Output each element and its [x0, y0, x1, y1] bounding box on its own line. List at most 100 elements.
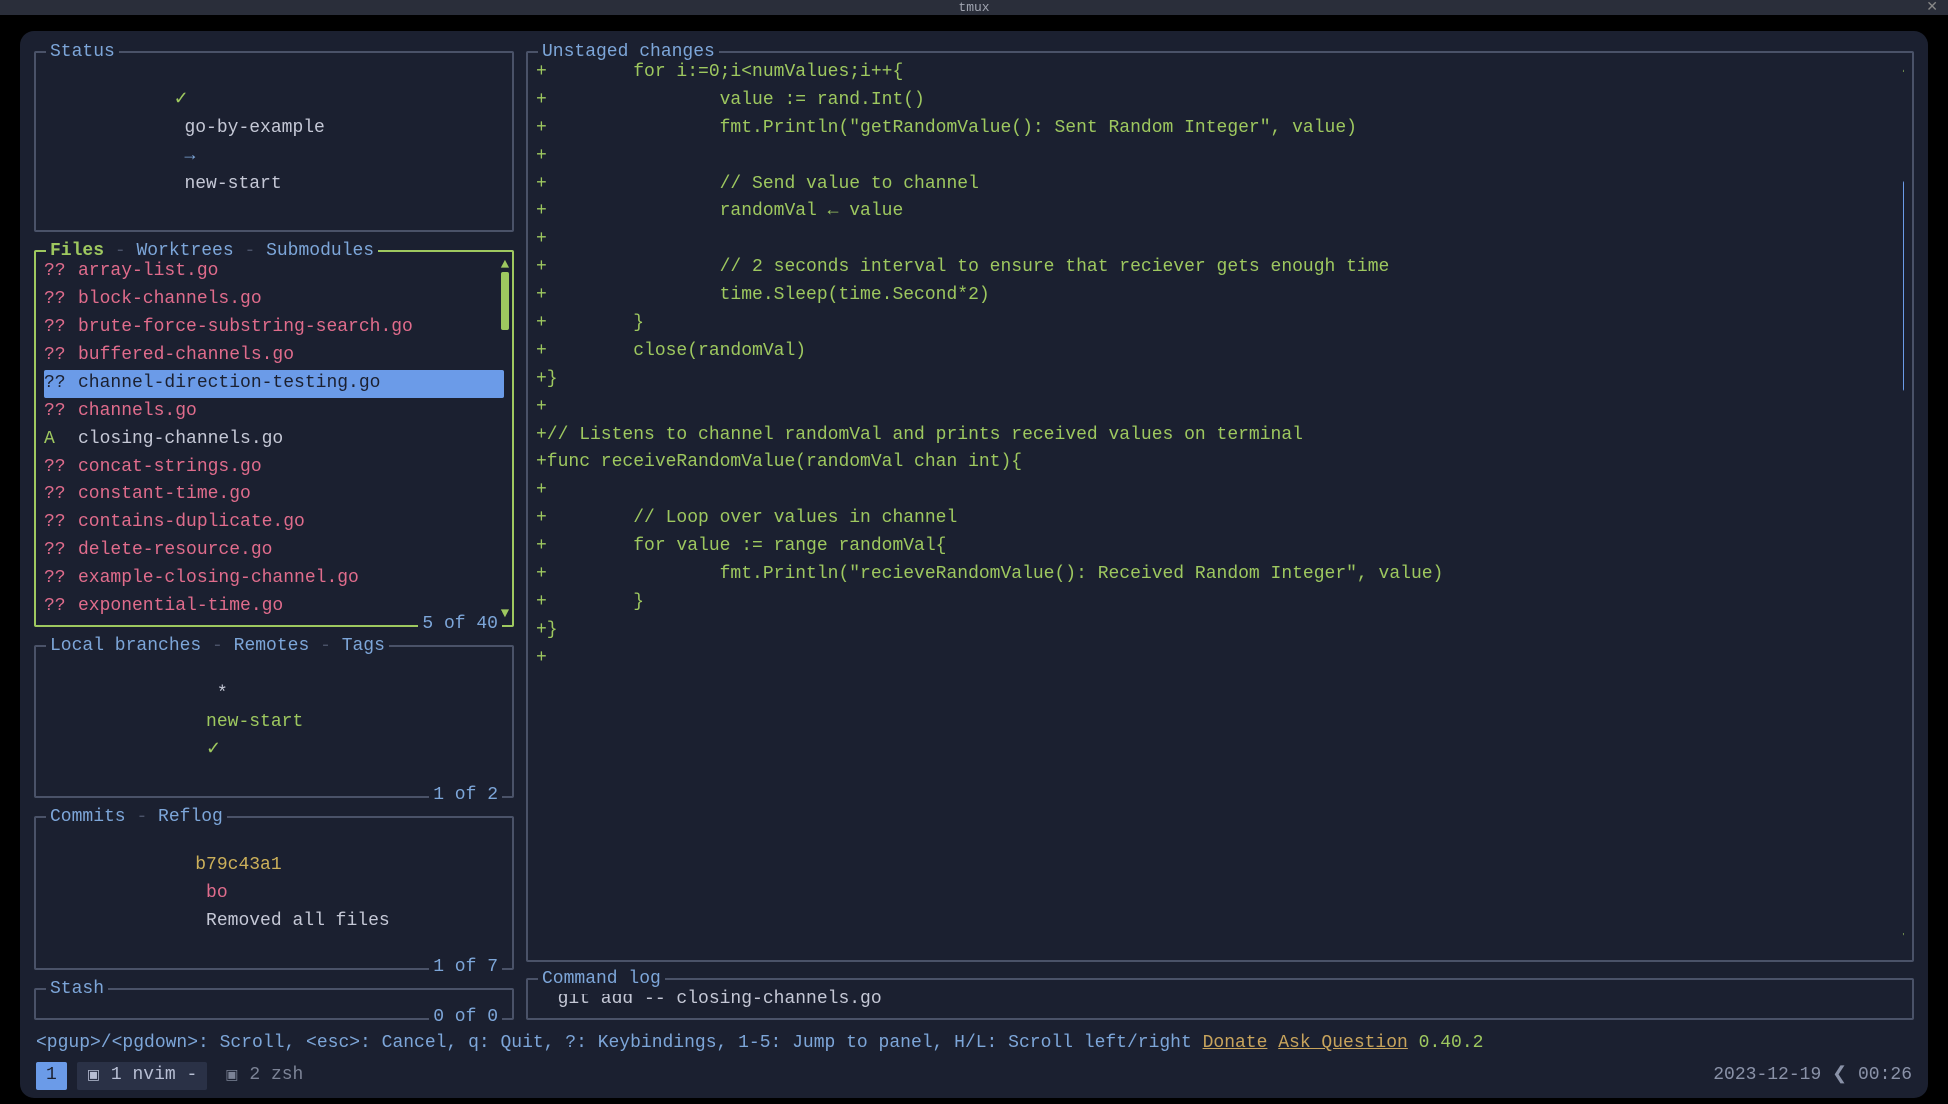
file-name: example-closing-channel.go — [78, 565, 359, 593]
diff-line: + randomVal ← value — [536, 198, 1904, 226]
files-list[interactable]: ▲ ▼ ??array-list.go??block-channels.go??… — [44, 252, 504, 621]
diff-line: +func receiveRandomValue(randomVal chan … — [536, 449, 1904, 477]
panes: Status ✓ go-by-example → new-start Files… — [34, 43, 1914, 1024]
file-name: buffered-channels.go — [78, 342, 294, 370]
right-column: Unstaged changes ▲ ▼ + for i:=0;i<numVal… — [526, 43, 1914, 1024]
diff-line: + fmt.Println("recieveRandomValue(): Rec… — [536, 561, 1904, 589]
branch-current-icon: * — [217, 684, 228, 704]
tmux-window-1[interactable]: ▣ 1 nvim - — [77, 1062, 207, 1090]
file-row[interactable]: A closing-channels.go — [44, 426, 504, 454]
files-scrollbar[interactable]: ▲ ▼ — [500, 258, 510, 621]
diff-line: + value := rand.Int() — [536, 87, 1904, 115]
tab-remotes[interactable]: Remotes — [234, 636, 310, 656]
diff-scrollbar[interactable]: ▲ ▼ — [1902, 59, 1904, 950]
file-status: ?? — [44, 509, 78, 537]
file-name: delete-resource.go — [78, 537, 272, 565]
scroll-thumb[interactable] — [501, 272, 509, 330]
tab-local-branches[interactable]: Local branches — [50, 636, 201, 656]
file-row[interactable]: ??delete-resource.go — [44, 537, 504, 565]
tmux-clock: 2023-12-19 ❮ 00:26 — [1713, 1062, 1912, 1090]
file-row[interactable]: ??constant-time.go — [44, 481, 504, 509]
status-panel[interactable]: Status ✓ go-by-example → new-start — [34, 51, 514, 232]
diff-line: + } — [536, 310, 1904, 338]
tmux-session[interactable]: 1 — [36, 1062, 67, 1090]
file-row[interactable]: ??channels.go — [44, 398, 504, 426]
left-column: Status ✓ go-by-example → new-start Files… — [34, 43, 514, 1024]
file-name: array-list.go — [78, 258, 218, 286]
tab-tags[interactable]: Tags — [342, 636, 385, 656]
file-row[interactable]: ??array-list.go — [44, 258, 504, 286]
file-status: ?? — [44, 314, 78, 342]
chevron-left-icon: ❮ — [1832, 1065, 1847, 1085]
file-row[interactable]: ??block-channels.go — [44, 286, 504, 314]
status-panel-title: Status — [46, 43, 119, 67]
commit-message: Removed all files — [206, 911, 390, 931]
diff-line: + — [536, 226, 1904, 254]
file-status: ?? — [44, 593, 78, 621]
scroll-down-icon[interactable]: ▼ — [501, 607, 509, 621]
help-bar: <pgup>/<pgdown>: Scroll, <esc>: Cancel, … — [34, 1024, 1914, 1060]
diff-line: + fmt.Println("getRandomValue(): Sent Ra… — [536, 115, 1904, 143]
ask-question-link[interactable]: Ask Question — [1278, 1033, 1408, 1053]
file-row[interactable]: ??concat-strings.go — [44, 454, 504, 482]
file-name: closing-channels.go — [78, 426, 283, 454]
file-row[interactable]: ??brute-force-substring-search.go — [44, 314, 504, 342]
close-icon[interactable]: ✕ — [1926, 0, 1938, 16]
commits-panel[interactable]: Commits - Reflog b79c43a1 bo Removed all… — [34, 816, 514, 969]
files-panel[interactable]: Files - Worktrees - Submodules ▲ ▼ — [34, 250, 514, 627]
file-row[interactable]: ??contains-duplicate.go — [44, 509, 504, 537]
branches-footer: 1 of 2 — [429, 782, 502, 810]
file-name: exponential-time.go — [78, 593, 283, 621]
branches-panel[interactable]: Local branches - Remotes - Tags * new-st… — [34, 645, 514, 798]
check-icon: ✓ — [206, 740, 221, 760]
diff-line: + for value := range randomVal{ — [536, 533, 1904, 561]
version-label: 0.40.2 — [1419, 1033, 1484, 1053]
cmdlog-panel[interactable]: Command log git add -- closing-channels.… — [526, 978, 1914, 1020]
file-status: A — [44, 426, 78, 454]
file-row[interactable]: ??channel-direction-testing.go — [44, 370, 504, 398]
file-row[interactable]: ??example-closing-channel.go — [44, 565, 504, 593]
diff-line: + // 2 seconds interval to ensure that r… — [536, 254, 1904, 282]
repo-name: go-by-example — [184, 118, 324, 138]
branches-list[interactable]: * new-start ✓ — [44, 647, 504, 792]
stash-footer: 0 of 0 — [429, 1004, 502, 1024]
cmdlog-title: Command log — [538, 966, 665, 994]
file-status: ?? — [44, 286, 78, 314]
diff-line: + — [536, 143, 1904, 171]
commits-list[interactable]: b79c43a1 bo Removed all files — [44, 818, 504, 963]
diff-line: + — [536, 645, 1904, 673]
file-status: ?? — [44, 565, 78, 593]
file-name: channel-direction-testing.go — [78, 370, 380, 398]
scroll-thumb[interactable] — [1903, 181, 1904, 391]
scroll-up-icon[interactable]: ▲ — [1903, 59, 1904, 81]
scroll-up-icon[interactable]: ▲ — [501, 258, 509, 272]
diff-line: +// Listens to channel randomVal and pri… — [536, 422, 1904, 450]
commit-hash: b79c43a1 — [195, 855, 281, 875]
diff-line: +} — [536, 366, 1904, 394]
diff-line: + for i:=0;i<numValues;i++{ — [536, 59, 1904, 87]
file-row[interactable]: ??buffered-channels.go — [44, 342, 504, 370]
check-icon: ✓ — [174, 90, 189, 110]
window-title: tmux — [958, 0, 989, 15]
donate-link[interactable]: Donate — [1203, 1033, 1268, 1053]
branch-row[interactable]: * new-start ✓ — [44, 653, 504, 792]
file-name: concat-strings.go — [78, 454, 262, 482]
diff-line: + } — [536, 589, 1904, 617]
scroll-down-icon[interactable]: ▼ — [1903, 928, 1904, 950]
diff-line: + — [536, 394, 1904, 422]
window-titlebar: tmux ✕ — [0, 0, 1948, 15]
tab-commits[interactable]: Commits — [50, 807, 126, 827]
stash-title: Stash — [46, 976, 108, 1004]
file-name: contains-duplicate.go — [78, 509, 305, 537]
tmux-window-2[interactable]: ▣ 2 zsh — [215, 1062, 313, 1090]
file-status: ?? — [44, 258, 78, 286]
commit-row[interactable]: b79c43a1 bo Removed all files — [44, 824, 504, 963]
stash-panel[interactable]: Stash 0 of 0 — [34, 988, 514, 1020]
tab-reflog[interactable]: Reflog — [158, 807, 223, 827]
help-text: <pgup>/<pgdown>: Scroll, <esc>: Cancel, … — [36, 1033, 1203, 1053]
status-line: ✓ go-by-example → new-start — [44, 53, 504, 226]
diff-content[interactable]: ▲ ▼ + for i:=0;i<numValues;i++{+ value :… — [536, 53, 1904, 956]
arrow-icon: → — [184, 146, 195, 166]
commits-footer: 1 of 7 — [429, 954, 502, 982]
diff-panel[interactable]: Unstaged changes ▲ ▼ + for i:=0;i<numVal… — [526, 51, 1914, 962]
